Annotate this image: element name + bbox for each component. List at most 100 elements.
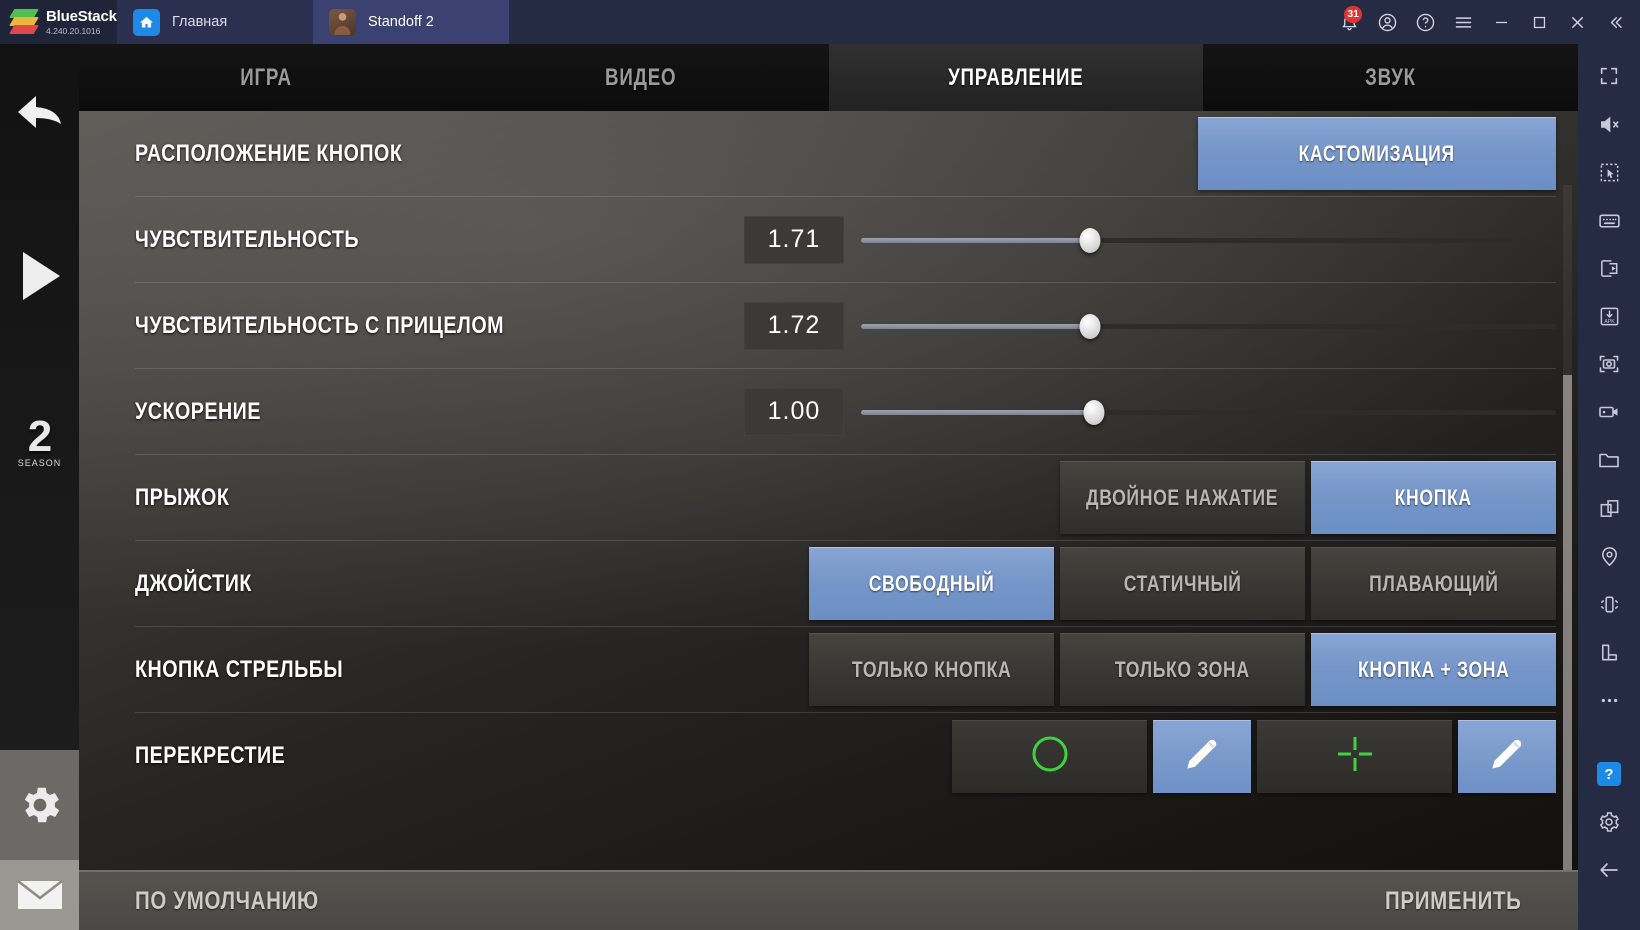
location-icon[interactable] <box>1587 532 1631 580</box>
home-icon <box>133 8 160 36</box>
tab-controls-label: УПРАВЛЕНИЕ <box>948 63 1084 91</box>
multi-instance-icon[interactable] <box>1587 484 1631 532</box>
game-left-rail: 2 SEASON <box>0 44 79 930</box>
row-fire-button-label: КНОПКА СТРЕЛЬБЫ <box>135 655 344 683</box>
row-button-layout-label: РАСПОЛОЖЕНИЕ КНОПОК <box>135 139 403 167</box>
crosshair-cross-edit-button[interactable] <box>1458 719 1556 793</box>
acceleration-slider[interactable] <box>861 399 1556 425</box>
gear-icon[interactable] <box>0 750 79 860</box>
rotate-icon[interactable] <box>1587 628 1631 676</box>
customization-button-label: КАСТОМИЗАЦИЯ <box>1298 140 1456 166</box>
row-joystick-label: ДЖОЙСТИК <box>135 569 252 597</box>
row-acceleration: УСКОРЕНИЕ 1.00 <box>135 369 1556 455</box>
titlebar-spacer <box>509 0 1330 44</box>
back-icon[interactable] <box>1587 846 1631 894</box>
row-sensitivity: ЧУВСТВИТЕЛЬНОСТЬ 1.71 <box>135 197 1556 283</box>
fire-option-button-and-zone[interactable]: КНОПКА + ЗОНА <box>1311 633 1556 706</box>
tab-standoff-2-label: Standoff 2 <box>368 14 434 30</box>
tab-controls[interactable]: УПРАВЛЕНИЕ <box>828 44 1204 111</box>
joystick-option-free-label: СВОБОДНЫЙ <box>868 570 995 596</box>
media-folder-icon[interactable] <box>1587 436 1631 484</box>
help-icon-box: ? <box>1597 762 1621 786</box>
slider-fill <box>861 323 1091 329</box>
collapse-left-icon[interactable] <box>1596 0 1634 44</box>
tab-home[interactable]: Главная <box>117 0 313 44</box>
apply-button[interactable]: ПРИМЕНИТЬ <box>1385 887 1522 916</box>
jump-option-button[interactable]: КНОПКА <box>1311 461 1556 534</box>
acceleration-value: 1.00 <box>744 387 844 436</box>
mute-icon[interactable] <box>1587 100 1631 148</box>
tab-standoff-2[interactable]: Standoff 2 <box>313 0 509 44</box>
row-scope-sensitivity: ЧУВСТВИТЕЛЬНОСТЬ С ПРИЦЕЛОМ 1.72 <box>135 283 1556 369</box>
tab-video-label: ВИДЕО <box>605 63 677 91</box>
settings-panel: РАСПОЛОЖЕНИЕ КНОПОК КАСТОМИЗАЦИЯ ЧУВСТВИ… <box>79 111 1578 930</box>
minimize-icon[interactable] <box>1482 0 1520 44</box>
install-apk-icon[interactable]: APK <box>1587 292 1631 340</box>
slider-knob[interactable] <box>1083 399 1105 425</box>
settings-icon[interactable] <box>1587 798 1631 846</box>
default-button[interactable]: ПО УМОЛЧАНИЮ <box>135 887 319 916</box>
crosshair-option-circle[interactable] <box>952 719 1147 793</box>
bluestacks-logo: BlueStacks 4.240.20.1016 <box>0 0 125 44</box>
shake-icon[interactable] <box>1587 580 1631 628</box>
game-viewport: 2 SEASON ИГРА ВИДЕО УПРАВЛЕНИЕ ЗВУК РАСП… <box>0 44 1578 930</box>
scope-sensitivity-value: 1.72 <box>744 301 844 350</box>
back-arrow-icon[interactable] <box>14 91 66 138</box>
game-app-icon <box>329 8 356 36</box>
joystick-option-static[interactable]: СТАТИЧНЫЙ <box>1060 547 1305 620</box>
crosshair-option-cross[interactable] <box>1257 719 1452 793</box>
jump-option-button-label: КНОПКА <box>1394 484 1473 510</box>
fire-option-button-only-label: ТОЛЬКО КНОПКА <box>851 656 1012 682</box>
mail-icon[interactable] <box>0 860 79 930</box>
tab-video[interactable]: ВИДЕО <box>453 44 829 111</box>
titlebar-controls: 31 <box>1330 0 1640 44</box>
tab-game[interactable]: ИГРА <box>79 44 454 111</box>
account-icon[interactable] <box>1368 0 1406 44</box>
row-button-layout: РАСПОЛОЖЕНИЕ КНОПОК КАСТОМИЗАЦИЯ <box>135 111 1556 197</box>
season-badge[interactable]: 2 SEASON <box>18 412 62 468</box>
sensitivity-value: 1.71 <box>744 215 844 264</box>
settings-scrollbar[interactable] <box>1563 185 1572 930</box>
joystick-option-floating[interactable]: ПЛАВАЮЩИЙ <box>1311 547 1556 620</box>
row-fire-button: КНОПКА СТРЕЛЬБЫ ТОЛЬКО КНОПКА ТОЛЬКО ЗОН… <box>135 627 1556 713</box>
customization-button[interactable]: КАСТОМИЗАЦИЯ <box>1198 117 1556 190</box>
multi-select-icon[interactable] <box>1587 148 1631 196</box>
pencil-icon <box>1487 734 1527 779</box>
more-icon[interactable] <box>1587 676 1631 724</box>
joystick-option-free[interactable]: СВОБОДНЫЙ <box>809 547 1054 620</box>
pencil-icon <box>1182 734 1222 779</box>
copy-to-device-icon[interactable] <box>1587 244 1631 292</box>
fire-option-zone-only[interactable]: ТОЛЬКО ЗОНА <box>1060 633 1305 706</box>
tab-game-label: ИГРА <box>240 63 293 91</box>
bluestacks-titlebar: BlueStacks 4.240.20.1016 Главная Standof… <box>0 0 1640 44</box>
bluestacks-right-toolbar: APK ? <box>1578 44 1640 930</box>
help-icon[interactable]: ? <box>1587 750 1631 798</box>
screenshot-icon[interactable] <box>1587 340 1631 388</box>
scrollbar-thumb[interactable] <box>1563 375 1572 885</box>
menu-icon[interactable] <box>1444 0 1482 44</box>
record-screen-icon[interactable] <box>1587 388 1631 436</box>
sensitivity-slider[interactable] <box>861 227 1556 253</box>
svg-text:APK: APK <box>1604 319 1615 325</box>
keyboard-controls-icon[interactable] <box>1587 196 1631 244</box>
slider-knob[interactable] <box>1079 313 1101 339</box>
help-circle-icon[interactable] <box>1406 0 1444 44</box>
jump-option-double-tap[interactable]: ДВОЙНОЕ НАЖАТИЕ <box>1060 461 1305 534</box>
fire-option-button-only[interactable]: ТОЛЬКО КНОПКА <box>809 633 1054 706</box>
fullscreen-icon[interactable] <box>1587 52 1631 100</box>
crosshair-circle-edit-button[interactable] <box>1153 719 1251 793</box>
play-icon[interactable] <box>15 248 65 309</box>
maximize-icon[interactable] <box>1520 0 1558 44</box>
row-crosshair: ПЕРЕКРЕСТИЕ <box>135 713 1556 799</box>
joystick-option-static-label: СТАТИЧНЫЙ <box>1123 570 1242 596</box>
fire-option-zone-only-label: ТОЛЬКО ЗОНА <box>1115 656 1250 682</box>
scope-sensitivity-slider[interactable] <box>861 313 1556 339</box>
settings-rows: РАСПОЛОЖЕНИЕ КНОПОК КАСТОМИЗАЦИЯ ЧУВСТВИ… <box>135 111 1556 799</box>
slider-knob[interactable] <box>1079 227 1101 253</box>
season-number: 2 <box>27 412 52 461</box>
tab-sound[interactable]: ЗВУК <box>1203 44 1578 111</box>
close-icon[interactable] <box>1558 0 1596 44</box>
bell-icon[interactable]: 31 <box>1330 0 1368 44</box>
tab-home-label: Главная <box>172 14 228 30</box>
row-jump: ПРЫЖОК ДВОЙНОЕ НАЖАТИЕ КНОПКА <box>135 455 1556 541</box>
